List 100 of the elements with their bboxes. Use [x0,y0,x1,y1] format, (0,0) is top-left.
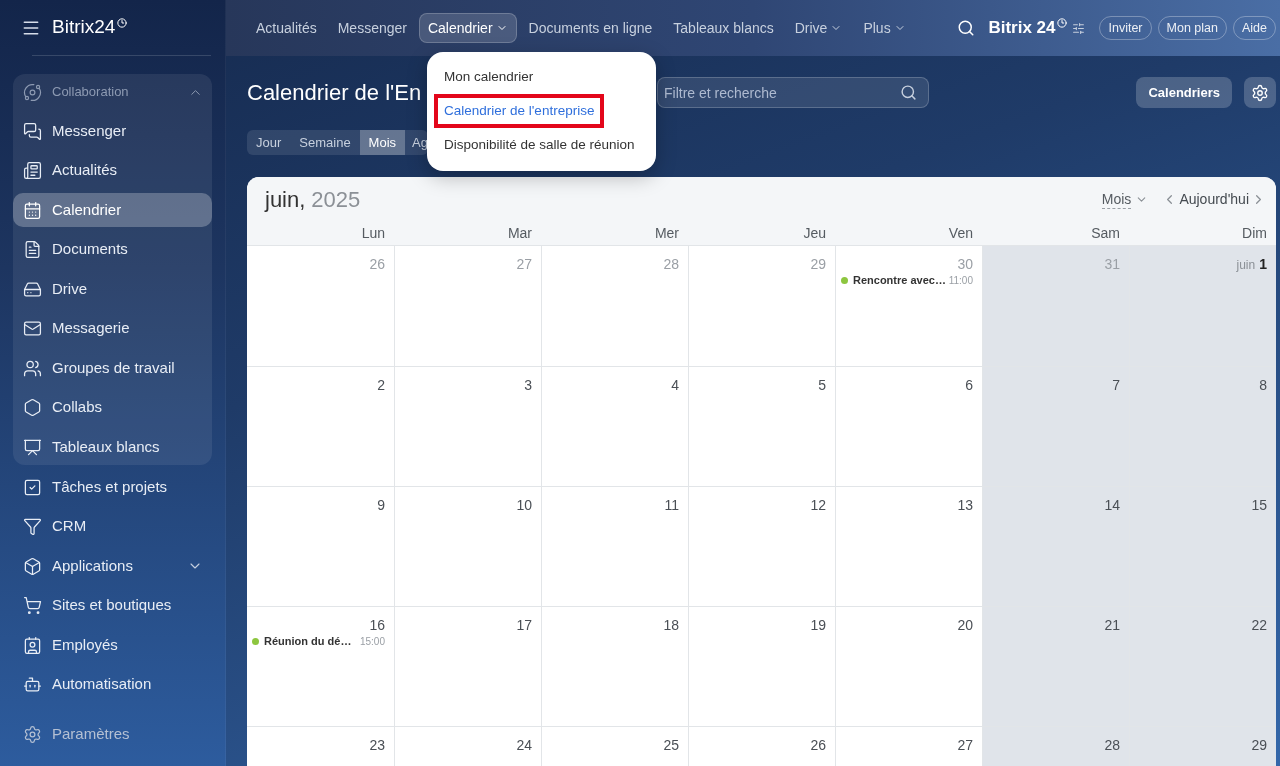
event-time: 11:00 [948,273,974,288]
clock-icon [117,17,128,28]
dropdown-item[interactable]: Calendrier de l'entreprise [434,94,605,128]
day-number: 14 [1104,496,1120,515]
cube-icon [23,556,42,576]
day-number: 23 [369,736,385,755]
nav-tab[interactable]: Messenger [328,13,416,43]
chat-bubbles-icon [23,121,42,141]
sidebar-item[interactable]: Drive [13,272,212,306]
sliders-icon[interactable] [1072,21,1086,35]
contact-card-icon [23,635,42,655]
day-cell[interactable]: 29 [1129,727,1276,766]
sidebar-item[interactable]: Sites et boutiques [13,588,212,623]
day-number: 18 [663,616,679,635]
nav-tab[interactable]: Tableaux blancs [664,13,783,43]
event-time: 15:00 [359,634,386,649]
day-number: 12 [810,496,826,515]
event-title[interactable]: Réunion du dé… [264,632,352,650]
nav-tab[interactable]: Plus [854,13,915,43]
day-number: 7 [1112,376,1120,395]
day-cell[interactable]: 8 [1129,367,1276,486]
hexagon-icon [23,398,42,417]
sidebar-item[interactable]: Automatisation [13,667,212,702]
sidebar-item[interactable]: Calendrier [13,193,212,227]
view-tab[interactable]: Ag [405,130,428,155]
day-number: 29 [810,255,826,274]
nav-tab[interactable]: Calendrier [418,13,517,43]
day-number: 24 [516,736,532,755]
settings-button[interactable] [1244,77,1276,108]
weekday-label: Mer [654,224,679,243]
dropdown-item[interactable]: Mon calendrier [434,60,544,94]
day-number: 28 [1104,736,1120,755]
page-title: Calendrier de l'En [247,80,422,105]
day-cell[interactable]: juin 1 [1129,246,1276,366]
sidebar-item[interactable]: Applications [13,549,212,583]
day-number: 3 [524,376,532,395]
calendar-icon [23,200,42,220]
day-number: 8 [1259,376,1267,395]
robot-icon [23,675,42,694]
calendars-button[interactable]: Calendriers [1136,77,1232,108]
checkbox-icon [23,477,42,497]
sidebar-item[interactable]: Groupes de travail [13,351,212,385]
day-number: 11 [664,496,679,515]
weekday-label: Dim [1242,224,1267,243]
orbit-icon [23,82,42,102]
day-number: 1 [1259,255,1267,274]
nav-tab[interactable]: Documents en ligne [519,13,662,43]
logo-text[interactable]: Bitrix24 [52,13,116,42]
day-number: 27 [516,255,532,274]
sidebar-item[interactable]: Messagerie [13,311,212,346]
sidebar-item[interactable]: Employés [13,628,212,662]
nav-tab[interactable]: Drive [785,13,852,43]
view-tab[interactable]: Mois [359,130,406,155]
sidebar-item[interactable]: Documents [13,232,212,267]
day-number: 19 [810,616,826,635]
day-number: 31 [1104,255,1120,274]
day-number: 5 [818,376,826,395]
day-number: 28 [663,255,679,274]
day-cell[interactable]: 15 [1129,487,1276,606]
day-number: 29 [1251,736,1267,755]
month-abbrev: juin [1236,257,1256,274]
today-button[interactable]: Aujourd'hui [1179,189,1249,210]
day-number: 17 [516,616,532,635]
envelope-icon [23,319,42,338]
view-select[interactable]: Mois [1101,190,1149,209]
event-title[interactable]: Rencontre avec… [853,271,946,289]
funnel-icon [23,517,42,536]
people-icon [23,358,42,378]
weekday-label: Ven [948,224,973,243]
day-number: 16 [369,616,385,635]
view-tab[interactable]: Jour [247,130,291,155]
nav-tab[interactable]: Actualités [247,13,326,43]
sidebar-item[interactable]: Tâches et projets [13,470,212,504]
search-icon [900,84,917,101]
month-label: juin, [265,186,306,214]
day-cell[interactable]: 14 [982,487,1129,606]
dropdown-item[interactable]: Disponibilité de salle de réunion [434,128,645,162]
day-cell[interactable]: 7 [982,367,1129,486]
weekday-label: Mar [507,224,532,243]
settings-link[interactable]: Paramètres [13,717,212,752]
group-label[interactable]: Collaboration [52,82,129,102]
settings-icon [1251,83,1269,102]
view-tab[interactable]: Semaine [290,130,360,155]
weekday-label: Sam [1091,224,1120,243]
day-cell[interactable]: 21 [982,607,1129,726]
day-number: 9 [377,496,385,515]
logo-text[interactable]: Bitrix 24 [988,15,1056,41]
sidebar-item[interactable]: Tableaux blancs [13,430,212,464]
day-number: 26 [810,736,826,755]
day-number: 25 [663,736,679,755]
search-icon[interactable] [957,19,976,37]
day-cell[interactable]: 22 [1129,607,1276,726]
sidebar-item[interactable]: CRM [13,509,212,544]
day-number: 15 [1251,496,1267,515]
day-number: 27 [957,736,973,755]
sidebar-item[interactable]: Actualités [13,153,212,188]
settings-icon [23,725,42,744]
sidebar-item[interactable]: Collabs [13,390,212,425]
day-cell[interactable]: 28 [982,727,1129,766]
sidebar-item[interactable]: Messenger [13,114,212,148]
